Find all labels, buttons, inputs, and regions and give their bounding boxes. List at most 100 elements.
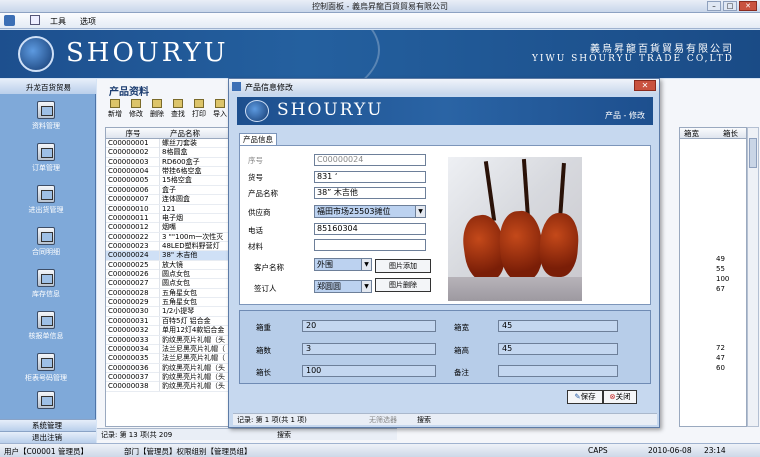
cell-seq: C00000033 (106, 335, 160, 345)
cell-product-name: 连体圆盒 (162, 195, 190, 204)
signer-select[interactable]: 郑圆圆 ▼ (314, 280, 372, 293)
cell-product-name: 15格空盒 (162, 176, 192, 185)
cell-seq: C00000029 (106, 298, 160, 308)
grid-search-input[interactable]: 搜索 (277, 430, 291, 440)
cell-product-name: 带挂6格空盒 (162, 167, 202, 176)
grid-cell: 49 (716, 255, 725, 263)
box-count-field[interactable]: 3 (302, 343, 436, 355)
column-header-name[interactable]: 产品名称 (160, 129, 200, 138)
sidebar-item-declarations[interactable]: 核报单信息 (18, 311, 74, 341)
grid-header-right: 箱宽 箱长 (680, 128, 746, 139)
grid-scrollbar[interactable] (747, 127, 759, 427)
dialog-close-button[interactable]: ✕ (634, 80, 656, 91)
customer-select[interactable]: 外围 ▼ (314, 258, 372, 271)
folder-icon (37, 101, 55, 119)
chevron-down-icon[interactable]: ▼ (361, 259, 371, 270)
print-button[interactable]: 打印 (189, 99, 209, 119)
phone-label: 电话 (248, 226, 263, 235)
cell-product-name: 盒子 (162, 185, 176, 194)
sidebar-item-system[interactable]: 系统管理 (0, 419, 96, 431)
delete-image-button[interactable]: 图片删除 (375, 278, 431, 292)
cell-seq: C00000036 (106, 363, 160, 373)
brand-name: SHOURYU (66, 38, 229, 68)
close-dialog-button[interactable]: ⊗关闭 (603, 390, 637, 404)
supplier-label: 供应商 (248, 208, 271, 217)
chevron-down-icon[interactable]: ▼ (361, 281, 371, 292)
box-length-field[interactable]: 100 (302, 365, 436, 377)
cell-product-name: 3 ""100m一次性灭 (162, 232, 224, 241)
cell-seq: C00000027 (106, 279, 160, 289)
minimize-button[interactable]: – (707, 1, 721, 11)
tab-product-info[interactable]: 产品信息 (239, 133, 277, 145)
filter-indicator[interactable]: 无筛选器 (369, 415, 397, 425)
sidebar-item-contracts[interactable]: 合同明细 (18, 227, 74, 257)
close-button[interactable]: ✕ (739, 1, 757, 11)
print-icon (194, 99, 204, 108)
box-width-field[interactable]: 45 (498, 320, 618, 332)
sidebar-item-inout[interactable]: 进出货管理 (18, 185, 74, 215)
sidebar-item-orders[interactable]: 订单管理 (18, 143, 74, 173)
add-image-button[interactable]: 图片添加 (375, 259, 431, 273)
find-button[interactable]: 查找 (168, 99, 188, 119)
dialog-search-input[interactable]: 搜索 (417, 415, 431, 425)
remark-label: 备注 (454, 368, 469, 377)
sidebar-item-data[interactable]: 资料管理 (18, 101, 74, 131)
box-height-field[interactable]: 45 (498, 343, 618, 355)
folder-icon (37, 353, 55, 371)
menu-tools[interactable]: 工具 (50, 16, 66, 27)
new-button[interactable]: 新增 (105, 99, 125, 119)
box-width-label: 箱宽 (454, 323, 469, 332)
cell-product-name: 豹纹黑亮片礼帽（头 (162, 363, 225, 372)
product-name-label: 产品名称 (248, 189, 278, 198)
status-time: 23:14 (704, 446, 726, 455)
cell-seq: C00000011 (106, 213, 160, 223)
material-field[interactable] (314, 239, 426, 251)
new-icon (110, 99, 120, 108)
window-menu-icon[interactable] (30, 15, 40, 25)
status-date: 2010-06-08 (648, 446, 692, 455)
menu-options[interactable]: 选项 (80, 16, 96, 27)
cell-product-name: 121 (162, 204, 176, 213)
status-bar: 用户【C00001 管理员】 部门【管理员】权限组别【管理员组】 CAPS 20… (0, 443, 760, 457)
column-header-length[interactable]: 箱长 (699, 129, 738, 138)
cell-seq: C00000030 (106, 307, 160, 317)
supplier-select[interactable]: 福田市场25503摊位 ▼ (314, 205, 426, 218)
find-icon (173, 99, 183, 108)
cell-seq: C00000028 (106, 288, 160, 298)
delete-button[interactable]: 删除 (147, 99, 167, 119)
edit-button[interactable]: 修改 (126, 99, 146, 119)
product-name-field[interactable]: 38” 木吉他 (314, 187, 426, 199)
seq-field[interactable]: C00000024 (314, 154, 426, 166)
sidebar: 升龙百货贸易 资料管理 订单管理 进出货管理 合同明细 库存信息 核报单信息 柜… (0, 79, 96, 443)
cell-seq: C00000025 (106, 260, 160, 270)
product-grid-right[interactable]: 箱宽 箱长 49 55 100 67 72 47 60 (679, 127, 747, 427)
page-title: 产品资料 (109, 87, 149, 98)
grid-record-navigator: 记录: 第 13 项(共 209 搜索 (97, 428, 397, 440)
maximize-button[interactable]: □ (723, 1, 737, 11)
folder-icon (37, 311, 55, 329)
remark-field[interactable] (498, 365, 618, 377)
product-edit-dialog: 产品信息修改 ✕ SHOURYU 产品 - 修改 产品信息 序号 C000000… (228, 78, 660, 428)
sidebar-item-inventory[interactable]: 库存信息 (18, 269, 74, 299)
gross-weight-label: 箱重 (256, 323, 271, 332)
sidebar-item-containers[interactable]: 柜表号码管理 (18, 353, 74, 383)
save-button[interactable]: ✎保存 (567, 390, 603, 404)
import-button[interactable]: 导入 (210, 99, 230, 119)
chevron-down-icon[interactable]: ▼ (415, 206, 425, 217)
cell-product-name: 法兰尼黑亮片礼帽（ (162, 354, 225, 363)
cell-product-name: 烟嘴 (162, 223, 176, 232)
gross-weight-field[interactable]: 20 (302, 320, 436, 332)
cell-product-name: 圆点女包 (162, 279, 190, 288)
sidebar-item-logout[interactable]: 退出注销 (0, 431, 96, 443)
folder-icon (37, 269, 55, 287)
column-header-width[interactable]: 箱宽 (680, 129, 699, 138)
cell-seq: C00000010 (106, 204, 160, 214)
grid-cell: 55 (716, 265, 725, 273)
scrollbar-thumb[interactable] (749, 138, 757, 168)
sidebar-item-extra[interactable] (18, 391, 74, 409)
item-no-field[interactable]: 831 ‘ (314, 171, 426, 183)
phone-field[interactable]: 85160304 (314, 223, 426, 235)
cell-product-name: 8格圆盒 (162, 148, 188, 157)
cell-product-name: 圆点女包 (162, 270, 190, 279)
column-header-seq[interactable]: 序号 (106, 128, 160, 139)
